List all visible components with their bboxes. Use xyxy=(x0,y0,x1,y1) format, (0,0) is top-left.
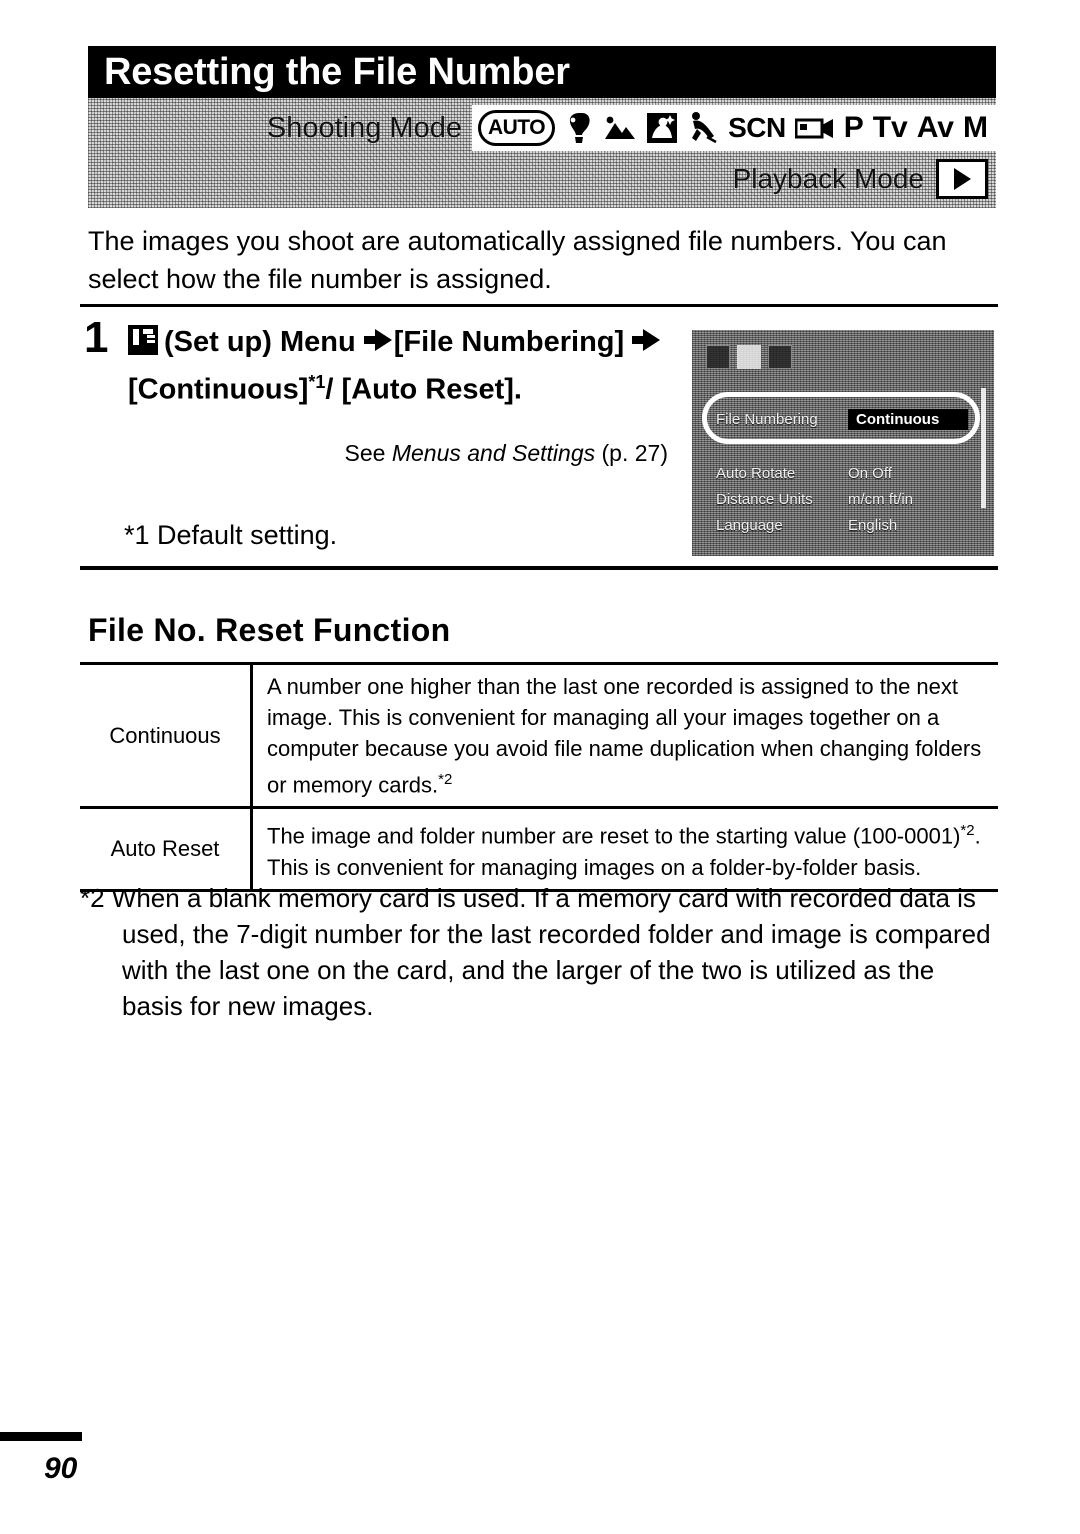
step-text-setup-menu: (Set up) Menu xyxy=(164,326,356,358)
step-number: 1 xyxy=(84,313,109,362)
lcd-value-auto-rotate: On Off xyxy=(848,464,892,482)
lcd-value-distance-units: m/cm ft/in xyxy=(848,490,914,508)
page-title: Resetting the File Number xyxy=(104,50,570,93)
page-title-bar: Resetting the File Number xyxy=(88,46,996,98)
lcd-row-auto-rotate: Auto Rotate On Off xyxy=(716,460,968,486)
lcd-label-language: Language xyxy=(716,516,783,534)
table-desc-text-2: The image and folder number are reset to… xyxy=(267,823,961,849)
lcd-menu-tabs xyxy=(706,336,886,378)
shutter-priority-mode-icon: Tv xyxy=(872,111,908,144)
playback-mode-row: Playback Mode xyxy=(733,156,988,202)
lcd-tab-setup xyxy=(737,345,761,369)
table-desc-text: A number one higher than the last one re… xyxy=(267,674,982,798)
table-row: Auto Reset The image and folder number a… xyxy=(80,806,998,892)
footnote-text: *2 When a blank memory card is used. If … xyxy=(80,883,991,1021)
see-prefix: See xyxy=(344,440,392,466)
see-suffix: (p. 27) xyxy=(595,440,669,466)
table-cell-mode-name-2: Auto Reset xyxy=(80,806,253,892)
lcd-label-distance-units: Distance Units xyxy=(716,490,813,508)
step-text-file-numbering: [File Numbering] xyxy=(393,326,625,358)
arrow-right-icon xyxy=(363,329,394,351)
lcd-label-file-numbering: File Numbering xyxy=(716,410,818,428)
lcd-label-auto-rotate: Auto Rotate xyxy=(716,464,796,482)
table-desc-superscript-2: *2 xyxy=(960,822,975,840)
footer-rule xyxy=(0,1432,82,1441)
mode-indicator-band: Shooting Mode AUTO SCN P Tv Av M Playbac… xyxy=(88,98,996,208)
camera-lcd-screenshot: File Numbering Continuous Auto Rotate On… xyxy=(692,330,994,556)
shooting-mode-label: Shooting Mode xyxy=(266,111,462,144)
step-slash: / xyxy=(325,373,334,406)
manual-mode-icon: M xyxy=(963,111,988,144)
shooting-mode-row: Shooting Mode AUTO SCN P Tv Av M xyxy=(88,102,996,154)
step-instruction: (Set up) Menu [File Numbering] [Continuo… xyxy=(128,322,668,410)
kids-and-pets-mode-icon xyxy=(687,108,719,148)
page-number: 90 xyxy=(44,1452,78,1485)
portrait-mode-icon xyxy=(564,108,594,148)
table-cell-description-2: The image and folder number are reset to… xyxy=(251,806,998,892)
lcd-value-file-numbering: Continuous xyxy=(848,408,968,430)
section-heading: File No. Reset Function xyxy=(88,612,451,648)
table-row: Continuous A number one higher than the … xyxy=(80,661,998,810)
divider-below-step xyxy=(80,566,998,570)
default-setting-note: *1 Default setting. xyxy=(124,520,338,550)
step-superscript-1: *1 xyxy=(308,372,326,392)
footnote-block: *2 When a blank memory card is used. If … xyxy=(80,880,1000,1024)
lcd-scrollbar xyxy=(981,388,986,508)
aperture-priority-mode-icon: Av xyxy=(916,111,954,144)
lcd-row-language: Language English xyxy=(716,512,968,538)
table-cell-mode-name: Continuous xyxy=(80,661,253,810)
set-up-menu-icon xyxy=(128,325,158,355)
playback-mode-label: Playback Mode xyxy=(732,163,924,194)
program-mode-icon: P xyxy=(843,111,864,144)
lcd-value-language: English xyxy=(848,516,898,534)
lcd-row-file-numbering: File Numbering Continuous xyxy=(716,406,968,432)
file-no-reset-function-table: Continuous A number one higher than the … xyxy=(80,661,998,892)
table-cell-description: A number one higher than the last one re… xyxy=(251,661,998,810)
see-reference: See Menus and Settings (p. 27) xyxy=(128,438,669,468)
lcd-tab-shooting xyxy=(706,345,730,369)
step-text-auto-reset: [Auto Reset]. xyxy=(341,373,522,406)
table-desc-superscript: *2 xyxy=(438,771,453,788)
arrow-right-icon-2 xyxy=(632,329,662,351)
night-scene-mode-icon xyxy=(646,108,678,148)
divider-above-step xyxy=(80,304,998,307)
scene-mode-icon: SCN xyxy=(728,112,786,143)
lcd-row-distance-units: Distance Units m/cm ft/in xyxy=(716,486,968,512)
play-triangle-icon xyxy=(936,159,988,199)
see-italic-title: Menus and Settings xyxy=(391,440,596,466)
shooting-mode-icon-list: AUTO SCN P Tv Av M xyxy=(471,105,996,151)
manual-page: Resetting the File Number Shooting Mode … xyxy=(0,0,1080,1534)
movie-mode-icon xyxy=(794,108,835,148)
intro-paragraph: The images you shoot are automatically a… xyxy=(88,226,947,294)
lcd-tab-mytab xyxy=(768,345,792,369)
landscape-mode-icon xyxy=(603,108,637,148)
step-text-continuous: [Continuous] xyxy=(128,373,309,406)
auto-mode-icon: AUTO xyxy=(477,110,556,146)
